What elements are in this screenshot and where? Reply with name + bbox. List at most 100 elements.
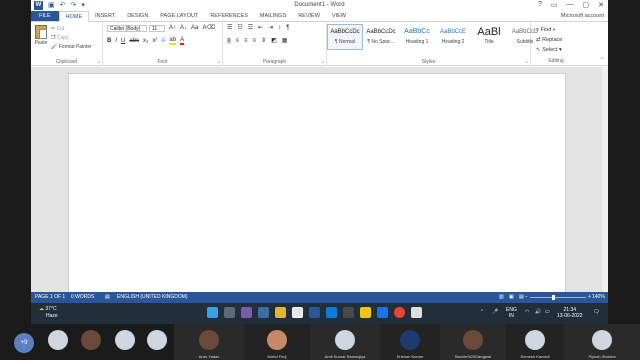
zoom-in-icon[interactable]: + bbox=[588, 292, 591, 303]
clipboard-launcher-icon[interactable]: ↘ bbox=[97, 59, 100, 64]
tab-insert[interactable]: INSERT bbox=[89, 11, 121, 21]
show-marks-icon[interactable]: ¶ bbox=[286, 25, 289, 31]
clock[interactable]: 21:34 13-06-2022 bbox=[557, 307, 583, 319]
tab-references[interactable]: REFERENCES bbox=[204, 11, 254, 21]
file-explorer-icon[interactable] bbox=[275, 307, 286, 318]
web-layout-icon[interactable]: ▤ bbox=[519, 292, 524, 303]
print-layout-icon[interactable]: ▣ bbox=[509, 292, 514, 303]
multilevel-list-icon[interactable]: ☲ bbox=[248, 24, 253, 31]
select-button[interactable]: ↖ Select ▾ bbox=[536, 45, 562, 55]
font-launcher-icon[interactable]: ↘ bbox=[217, 59, 220, 64]
participant-tile[interactable]: Piyush Sharma bbox=[564, 324, 640, 360]
word-taskbar-icon[interactable] bbox=[309, 307, 320, 318]
wifi-icon[interactable]: ◠ bbox=[525, 309, 529, 315]
search-icon[interactable] bbox=[224, 307, 235, 318]
zoom-level[interactable]: 140% bbox=[592, 292, 605, 303]
cut-button[interactable]: ✂ Cut bbox=[51, 25, 92, 34]
zoom-slider[interactable] bbox=[530, 295, 586, 300]
participant-tile[interactable]: Somesh Kandoli bbox=[506, 324, 564, 360]
participant-tile[interactable]: Arun Yadav bbox=[174, 324, 244, 360]
show-hidden-icons[interactable]: ⌃ bbox=[480, 309, 484, 315]
zoom-out-icon[interactable]: − bbox=[525, 292, 528, 303]
paste-button[interactable]: Paste bbox=[34, 25, 48, 46]
language-status[interactable]: ENGLISH (UNITED KINGDOM) bbox=[117, 292, 188, 303]
align-center-icon[interactable]: ≡ bbox=[236, 38, 240, 44]
close-button[interactable]: ✕ bbox=[598, 1, 604, 9]
style-heading-1[interactable]: AaBbCc Heading 1 bbox=[399, 24, 435, 50]
more-participants-button[interactable]: +9 bbox=[14, 333, 34, 353]
task-view-icon[interactable] bbox=[241, 307, 252, 318]
page-count[interactable]: PAGE 1 OF 1 bbox=[35, 292, 65, 303]
weather-widget[interactable]: ☁ 37°C Haze bbox=[39, 306, 58, 320]
decrease-indent-icon[interactable]: ⇤ bbox=[258, 24, 263, 31]
change-case-icon[interactable]: Aa bbox=[191, 25, 198, 31]
align-left-icon[interactable]: ≡ bbox=[227, 37, 231, 44]
chrome-icon[interactable] bbox=[394, 307, 405, 318]
start-icon[interactable] bbox=[207, 307, 218, 318]
subscript-icon[interactable]: x₂ bbox=[143, 38, 148, 44]
style-title[interactable]: AaBl Title bbox=[471, 24, 507, 50]
collapse-ribbon-icon[interactable]: ⌃ bbox=[600, 57, 604, 63]
justify-icon[interactable]: ≡ bbox=[253, 38, 257, 44]
bold-icon[interactable]: B bbox=[107, 38, 111, 44]
tab-mailings[interactable]: MAILINGS bbox=[254, 11, 292, 21]
tab-design[interactable]: DESIGN bbox=[121, 11, 154, 21]
format-painter-button[interactable]: 🖌 Format Painter bbox=[51, 43, 92, 52]
read-mode-icon[interactable]: ▥ bbox=[499, 292, 504, 303]
tab-file[interactable]: FILE bbox=[31, 11, 59, 21]
underline-icon[interactable]: U bbox=[121, 38, 125, 44]
tab-review[interactable]: REVIEW bbox=[292, 11, 326, 21]
edge-icon[interactable] bbox=[377, 307, 388, 318]
shading-icon[interactable]: ◩ bbox=[271, 37, 277, 44]
participant-tile[interactable]: Mohd Firoj bbox=[244, 324, 310, 360]
participant-tile[interactable]: Krishan Kumar bbox=[380, 324, 440, 360]
line-spacing-icon[interactable]: ⇕ bbox=[261, 37, 266, 44]
minimize-button[interactable]: — bbox=[567, 1, 574, 9]
find-button[interactable]: ⌕ Find ▾ bbox=[536, 25, 562, 35]
styles-launcher-icon[interactable]: ↘ bbox=[525, 59, 528, 64]
replace-button[interactable]: ⇄ Replace bbox=[536, 35, 562, 45]
participant-tile[interactable]: Sachin%20Gangwar bbox=[440, 324, 506, 360]
avatar[interactable] bbox=[147, 330, 167, 350]
ribbon-display-button[interactable]: ▭ bbox=[551, 1, 558, 9]
widgets-icon[interactable] bbox=[258, 307, 269, 318]
help-button[interactable]: ? bbox=[538, 1, 542, 9]
grow-font-icon[interactable]: A↑ bbox=[169, 25, 176, 31]
skype-icon[interactable] bbox=[326, 307, 337, 318]
paragraph-launcher-icon[interactable]: ↘ bbox=[321, 59, 324, 64]
font-size-select[interactable]: 11 bbox=[149, 25, 165, 32]
text-effects-icon[interactable]: A bbox=[161, 38, 165, 44]
clear-format-icon[interactable]: A⌫ bbox=[202, 24, 215, 31]
highlight-icon[interactable]: ab bbox=[169, 37, 177, 45]
style-normal[interactable]: AaBbCcDc ¶ Normal bbox=[327, 24, 363, 50]
word-count[interactable]: 0 WORDS bbox=[71, 292, 94, 303]
avatar[interactable] bbox=[48, 330, 68, 350]
notepad-icon[interactable] bbox=[292, 307, 303, 318]
font-name-select[interactable]: Calibri (Body) bbox=[107, 25, 147, 32]
increase-indent-icon[interactable]: ⇥ bbox=[268, 24, 273, 31]
sort-icon[interactable]: ↕ bbox=[278, 25, 281, 31]
microphone-icon[interactable]: 🎤 bbox=[492, 309, 498, 315]
zoom-thumb[interactable] bbox=[552, 295, 556, 300]
battery-icon[interactable]: ▭ bbox=[545, 309, 550, 315]
misc-app-icon[interactable] bbox=[411, 307, 422, 318]
superscript-icon[interactable]: x² bbox=[152, 38, 157, 44]
tab-home[interactable]: HOME bbox=[58, 11, 90, 22]
sticky-notes-icon[interactable] bbox=[360, 307, 371, 318]
copy-button[interactable]: ❐ Copy bbox=[51, 34, 92, 43]
vertical-scrollbar[interactable] bbox=[602, 67, 608, 292]
tab-page-layout[interactable]: PAGE LAYOUT bbox=[154, 11, 204, 21]
maximize-button[interactable]: ▢ bbox=[583, 1, 590, 9]
style-heading-2[interactable]: AaBbCcE Heading 2 bbox=[435, 24, 471, 50]
participant-tile[interactable]: Amit Kumar Ramsujiya bbox=[310, 324, 380, 360]
numbering-icon[interactable]: ☷ bbox=[237, 24, 242, 31]
avatar[interactable] bbox=[115, 330, 135, 350]
tab-view[interactable]: VIEW bbox=[326, 11, 352, 21]
style-no-spacing[interactable]: AaBbCcDc ¶ No Spac... bbox=[363, 24, 399, 50]
strikethrough-icon[interactable]: abc bbox=[129, 38, 139, 44]
avatar[interactable] bbox=[81, 330, 101, 350]
borders-icon[interactable]: ▦ bbox=[282, 37, 288, 44]
volume-icon[interactable]: 🔊 bbox=[535, 309, 541, 315]
account-menu[interactable]: Microsoft account bbox=[561, 13, 604, 19]
shrink-font-icon[interactable]: A↓ bbox=[180, 25, 187, 31]
